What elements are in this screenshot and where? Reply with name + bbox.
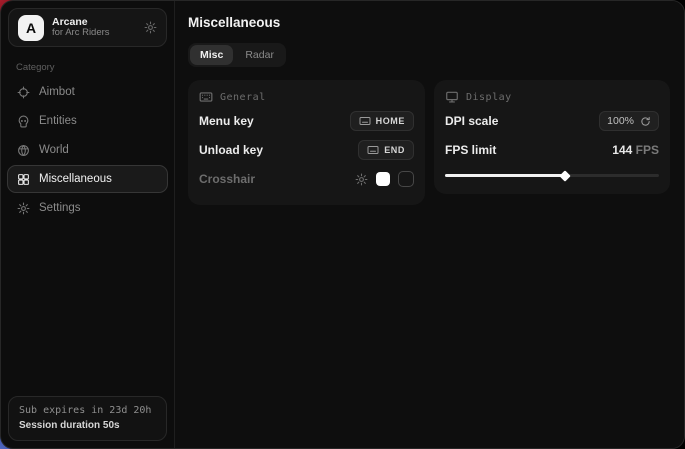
sidebar-item-label: Miscellaneous (39, 173, 112, 185)
gear-icon (17, 202, 30, 215)
subscription-card: Sub expires in 23d 20h Session duration … (8, 396, 167, 441)
fps-limit-value: 144 FPS (612, 143, 659, 157)
app-window: A Arcane for Arc Riders Category (0, 0, 685, 449)
crosshair-icon (17, 86, 30, 99)
grid-icon (17, 173, 30, 186)
brand-card: A Arcane for Arc Riders (8, 8, 167, 47)
general-panel: General Menu key HOME (188, 80, 425, 205)
tab-radar[interactable]: Radar (235, 45, 284, 65)
menu-key-button[interactable]: HOME (350, 111, 414, 131)
keyboard-icon (359, 115, 371, 127)
skull-icon (17, 115, 30, 128)
dpi-scale-label: DPI scale (445, 114, 498, 128)
general-panel-title: General (220, 92, 266, 103)
unload-key-value: END (384, 145, 405, 155)
panels-row: General Menu key HOME (188, 80, 670, 205)
keyboard-icon (199, 90, 213, 104)
cycle-icon (640, 116, 651, 127)
keyboard-icon (367, 144, 379, 156)
fps-limit-row: FPS limit 144 FPS (445, 138, 659, 162)
tab-misc[interactable]: Misc (190, 45, 233, 65)
menu-key-row: Menu key HOME (199, 109, 414, 133)
crosshair-row: Crosshair (199, 167, 414, 191)
app-subtitle: for Arc Riders (52, 28, 110, 39)
crosshair-color-swatch[interactable] (376, 172, 390, 186)
sidebar-item-settings[interactable]: Settings (7, 194, 168, 222)
unload-key-button[interactable]: END (358, 140, 414, 160)
unload-key-label: Unload key (199, 143, 263, 157)
display-panel-header: Display (445, 90, 659, 104)
globe-icon (17, 144, 30, 157)
slider-fill (445, 174, 565, 177)
monitor-icon (445, 90, 459, 104)
app-logo: A (18, 15, 44, 41)
tab-bar: Misc Radar (188, 43, 286, 67)
sidebar-item-label: World (39, 144, 69, 156)
sidebar: A Arcane for Arc Riders Category (1, 1, 175, 448)
sub-expiry-text: Sub expires in 23d 20h (19, 405, 156, 416)
fps-limit-slider[interactable] (445, 171, 659, 180)
session-duration-text: Session duration 50s (19, 420, 156, 431)
main-content: Miscellaneous Misc Radar General (175, 1, 684, 448)
dpi-scale-select[interactable]: 100% (599, 111, 659, 131)
page-title: Miscellaneous (188, 15, 670, 30)
display-panel: Display DPI scale 100% (434, 80, 670, 194)
sidebar-item-world[interactable]: World (7, 136, 168, 164)
sidebar-item-label: Settings (39, 202, 81, 214)
dpi-scale-row: DPI scale 100% (445, 109, 659, 133)
general-panel-header: General (199, 90, 414, 104)
slider-thumb[interactable] (559, 170, 570, 181)
sidebar-item-label: Aimbot (39, 86, 75, 98)
sidebar-item-miscellaneous[interactable]: Miscellaneous (7, 165, 168, 193)
menu-key-value: HOME (376, 116, 405, 126)
sidebar-item-label: Entities (39, 115, 77, 127)
sidebar-nav: Aimbot Entities (1, 78, 174, 223)
display-panel-title: Display (466, 92, 512, 103)
crosshair-label: Crosshair (199, 172, 255, 186)
fps-unit: FPS (636, 143, 659, 157)
sidebar-item-entities[interactable]: Entities (7, 107, 168, 135)
crosshair-gear-icon[interactable] (355, 173, 368, 186)
fps-limit-label: FPS limit (445, 143, 496, 157)
screen: A Arcane for Arc Riders Category (0, 0, 685, 449)
fps-number: 144 (612, 143, 632, 157)
gear-icon[interactable] (144, 21, 157, 34)
unload-key-row: Unload key END (199, 138, 414, 162)
dpi-scale-value: 100% (607, 115, 634, 127)
crosshair-checkbox[interactable] (398, 171, 414, 187)
crosshair-controls (355, 171, 414, 187)
sidebar-item-aimbot[interactable]: Aimbot (7, 78, 168, 106)
brand-text: Arcane for Arc Riders (52, 16, 110, 39)
menu-key-label: Menu key (199, 114, 254, 128)
category-label: Category (16, 62, 174, 73)
